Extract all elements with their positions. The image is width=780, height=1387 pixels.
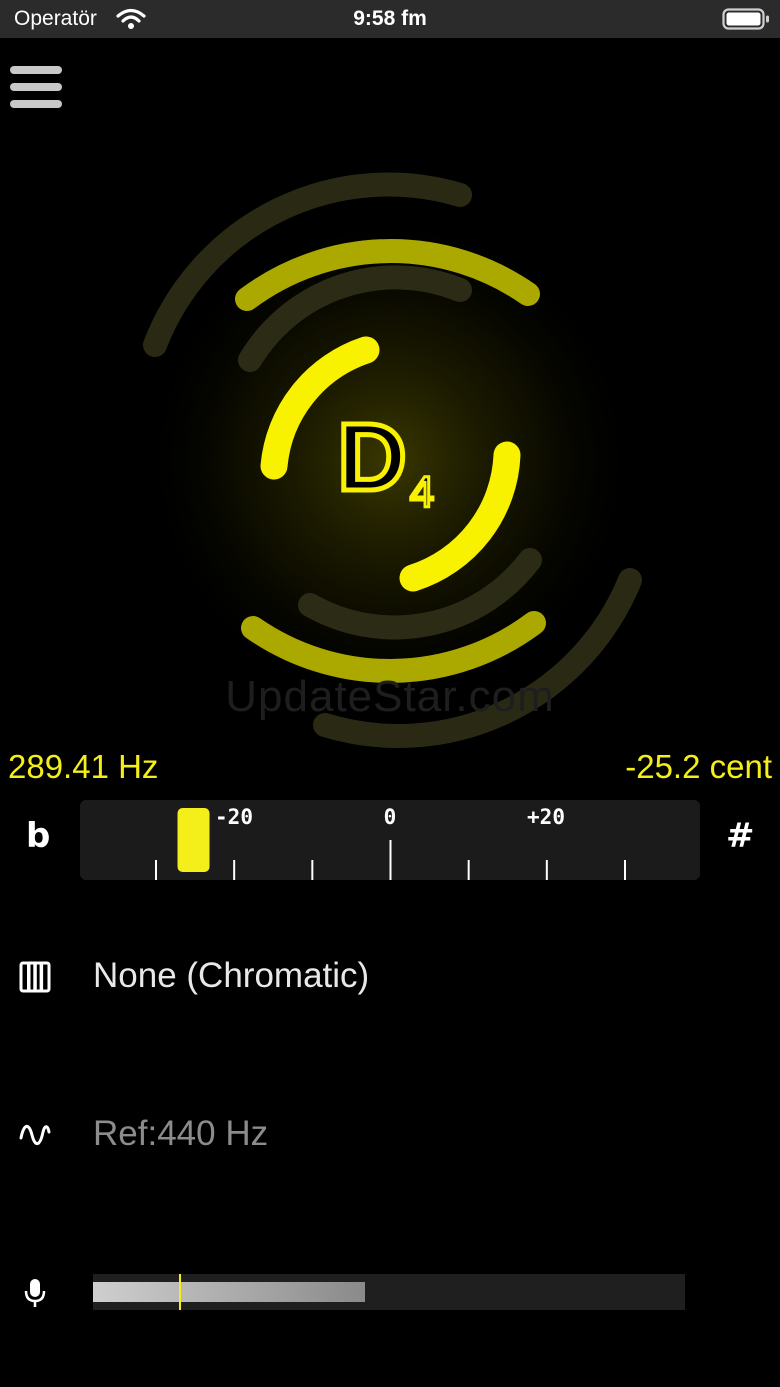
tick-label-plus-20: +20: [527, 805, 565, 829]
temperament-label: None (Chromatic): [93, 956, 370, 995]
status-bar: Operatör 9:58 fm: [0, 0, 780, 38]
sharp-symbol: #: [726, 816, 755, 856]
cents-readout: -25.2 cent: [625, 748, 772, 785]
microphone-icon: [18, 1276, 52, 1310]
reference-row[interactable]: Ref:440 Hz: [0, 1100, 780, 1170]
reference-value: 440 Hz: [157, 1114, 269, 1153]
note-name: D: [337, 404, 406, 511]
sine-wave-icon: [18, 1118, 52, 1152]
meter-scale: -20 0 +20: [155, 805, 626, 880]
status-time: 9:58 fm: [353, 7, 427, 30]
note-octave: 4: [410, 468, 434, 517]
input-level-fill: [93, 1282, 366, 1302]
flat-symbol: b: [26, 816, 51, 856]
frequency-readout: 289.41 Hz: [8, 748, 159, 785]
tick-label-minus-20: -20: [215, 805, 253, 829]
battery-icon: [722, 8, 770, 35]
watermark: UpdateStar.com: [225, 672, 555, 721]
tuning-needle: [177, 808, 210, 872]
input-threshold-marker: [178, 1274, 181, 1310]
temperament-row[interactable]: None (Chromatic): [0, 942, 780, 1012]
menu-button[interactable]: [8, 62, 64, 112]
cents-meter: -20 0 +20: [80, 800, 700, 880]
piano-keys-icon: [18, 960, 52, 994]
hamburger-icon: [10, 66, 62, 108]
reference-prefix: Ref:: [93, 1114, 158, 1153]
tuner-dial: D 4: [110, 160, 670, 760]
tick-label-zero: 0: [384, 805, 397, 829]
input-level-meter: [93, 1274, 685, 1310]
